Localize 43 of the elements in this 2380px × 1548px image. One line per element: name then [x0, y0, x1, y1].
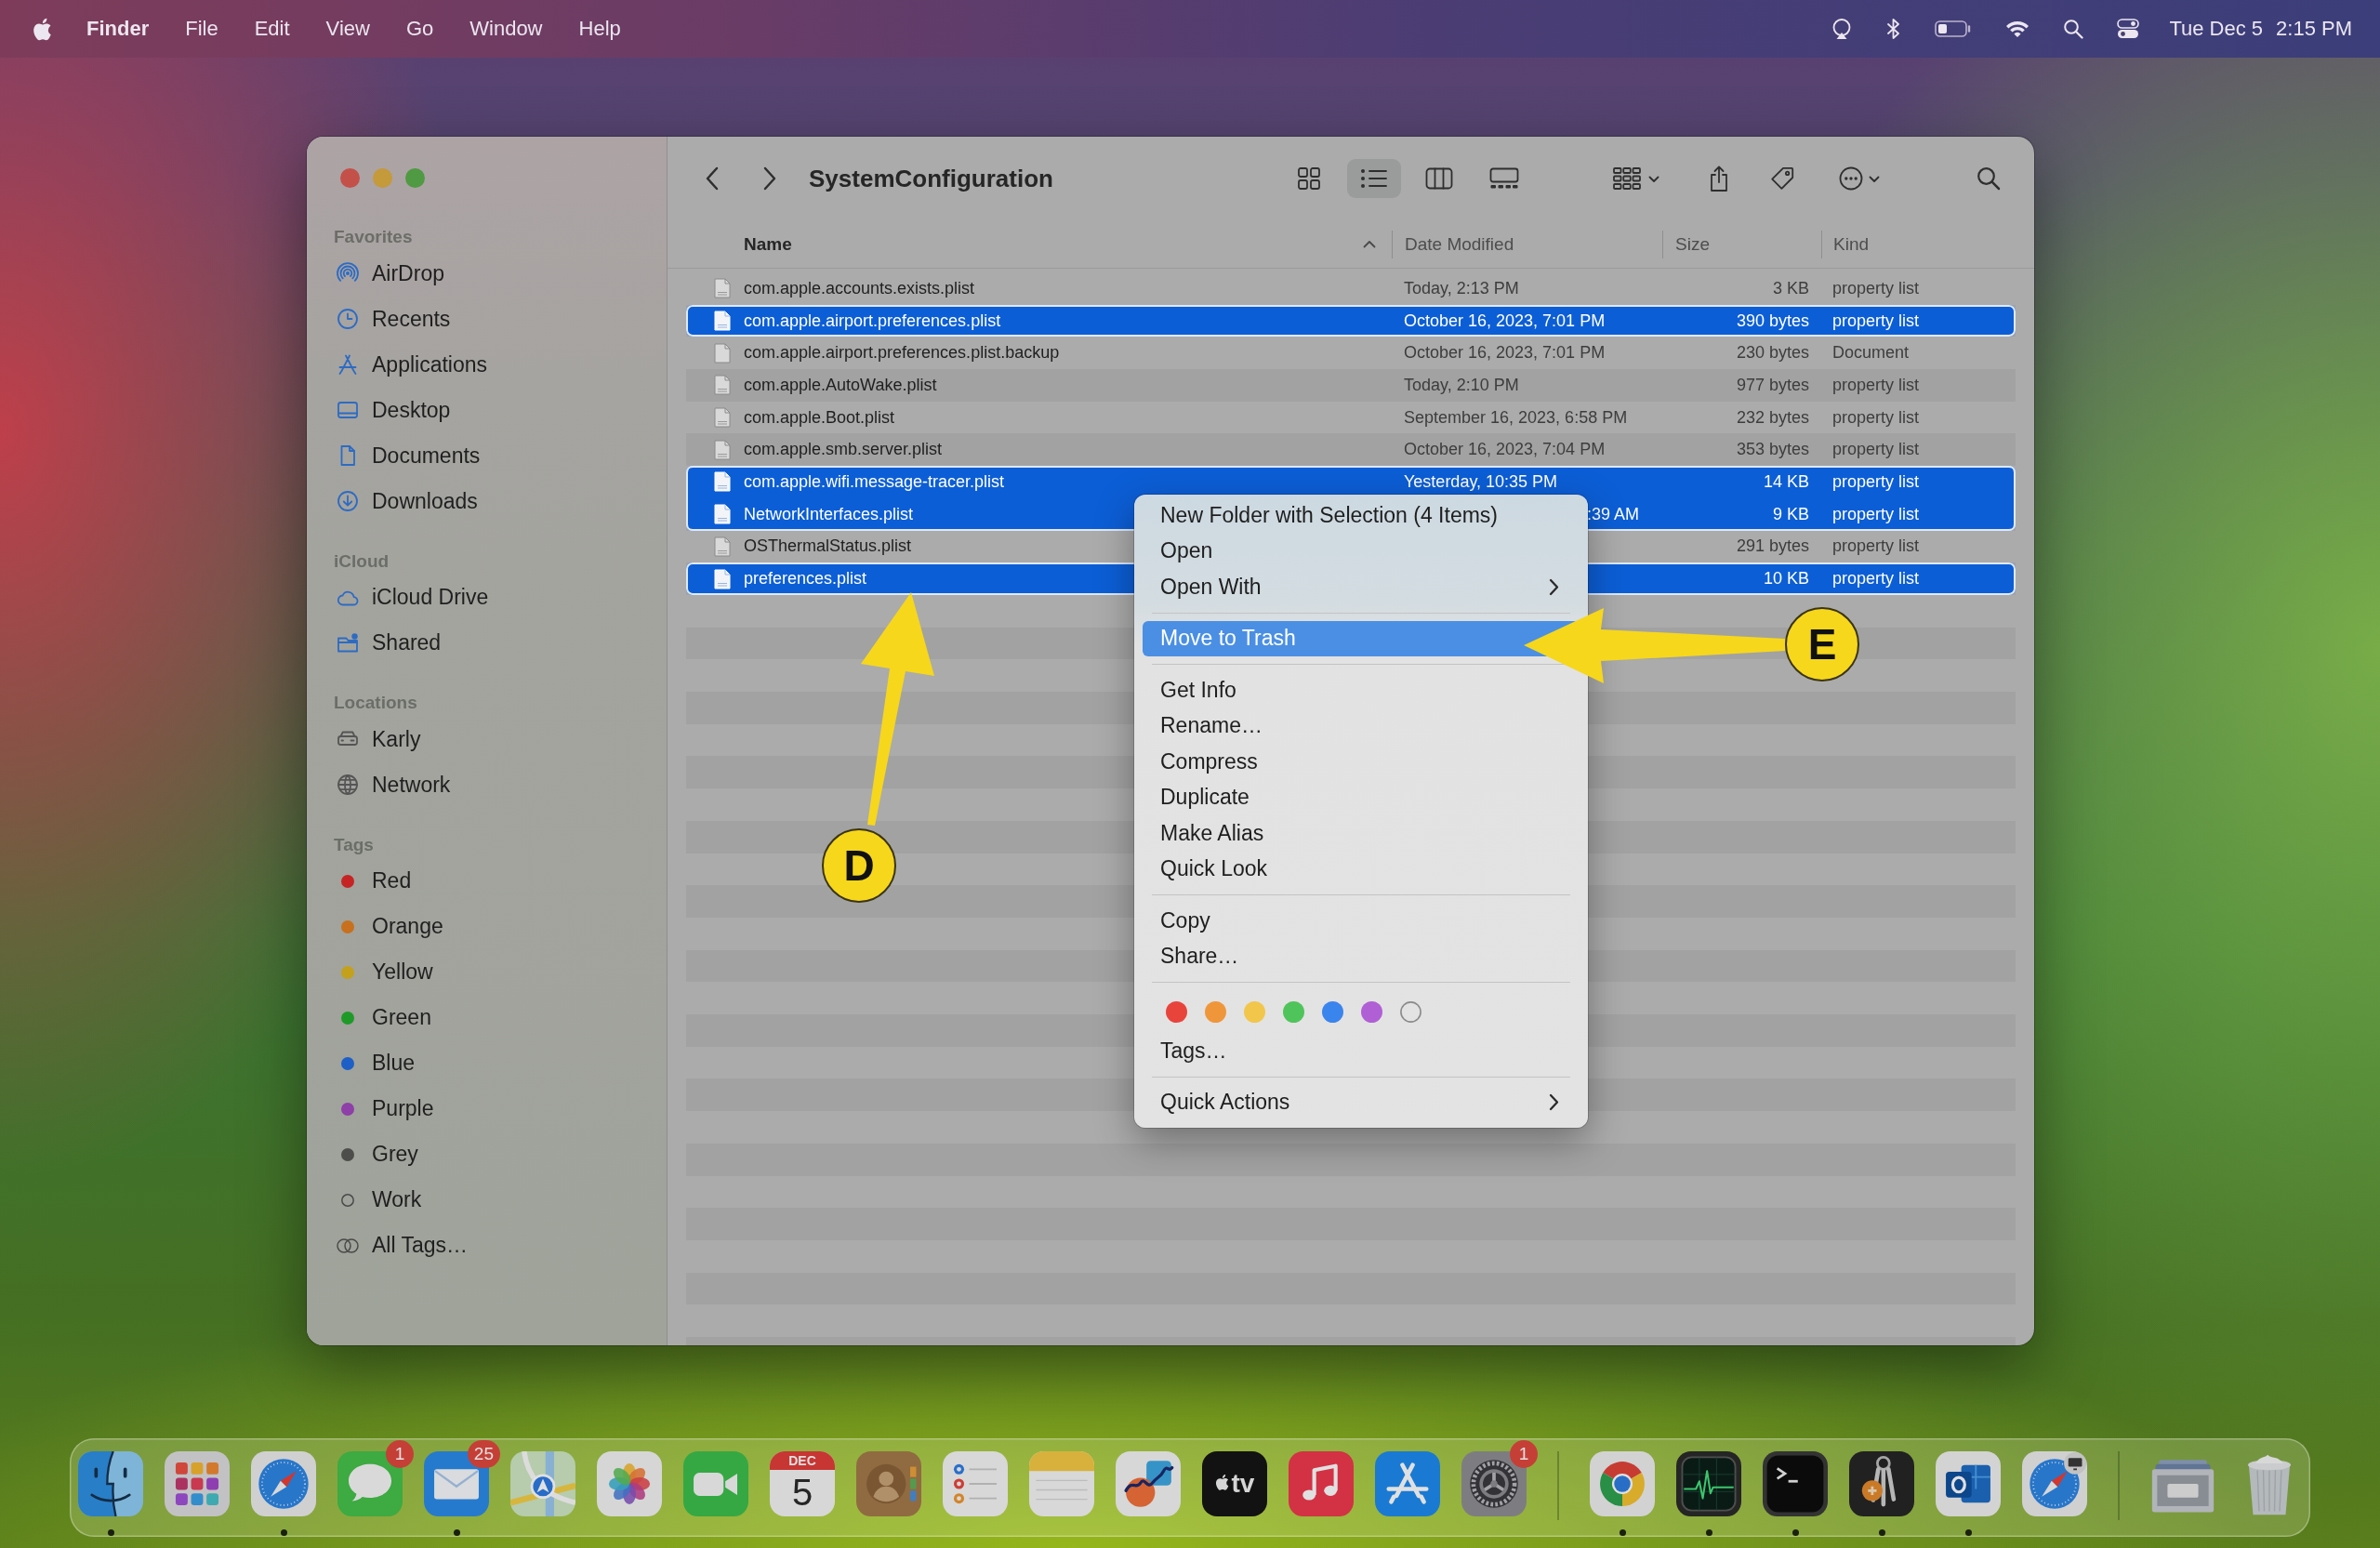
file-size: 232 bytes [1736, 407, 1809, 428]
notification-badge: 25 [467, 1440, 500, 1468]
file-kind: property list [1832, 311, 1920, 331]
file-kind: property list [1832, 440, 1920, 460]
sidebar-heading: Locations [334, 692, 417, 714]
file-size: 14 KB [1763, 471, 1809, 492]
file-size: 291 bytes [1736, 536, 1809, 557]
file-kind: property list [1832, 278, 1920, 298]
notification-badge: 1 [1510, 1440, 1538, 1468]
file-name: com.apple.airport.preferences.plist [744, 311, 1001, 331]
modified-date: October 16, 2023, 7:01 PM [1404, 311, 1606, 331]
file-size: 977 bytes [1736, 375, 1809, 395]
file-name: preferences.plist [744, 569, 867, 589]
modified-date: Today, 2:10 PM [1404, 375, 1519, 395]
logo-text: tv [1231, 1471, 1255, 1497]
file-kind: property list [1832, 407, 1920, 428]
sidebar-heading: Tags [334, 833, 374, 856]
file-kind: property list [1832, 504, 1920, 524]
file-size: 10 KB [1763, 569, 1809, 589]
file-size: 3 KB [1772, 278, 1809, 298]
notification-badge: 1 [386, 1440, 414, 1468]
calendar-month: DEC [770, 1451, 835, 1470]
modified-date: Today, 2:13 PM [1404, 278, 1519, 298]
file-size: 9 KB [1772, 504, 1809, 524]
modified-date: :39 AM [1586, 504, 1639, 524]
modified-date: October 16, 2023, 7:04 PM [1404, 440, 1606, 460]
file-size: 353 bytes [1736, 440, 1809, 460]
modified-date: October 16, 2023, 7:01 PM [1404, 343, 1606, 364]
file-size: 390 bytes [1736, 311, 1809, 331]
calendar-day: 5 [791, 1470, 813, 1515]
file-size: 230 bytes [1736, 343, 1809, 364]
file-kind: property list [1832, 375, 1920, 395]
file-kind: property list [1832, 471, 1920, 492]
file-kind: property list [1832, 569, 1920, 589]
file-kind: property list [1832, 536, 1920, 557]
sidebar-heading: iCloud [334, 549, 390, 573]
sidebar-heading: Favorites [334, 226, 413, 248]
file-kind: Document [1832, 343, 1910, 364]
modified-date: Yesterday, 10:35 PM [1404, 471, 1558, 492]
file-name: NetworkInterfaces.plist [744, 504, 914, 524]
file-name: com.apple.wifi.message-tracer.plist [744, 471, 1005, 492]
modified-date: September 16, 2023, 6:58 PM [1404, 407, 1628, 428]
window-title: SystemConfiguration [809, 164, 1053, 193]
